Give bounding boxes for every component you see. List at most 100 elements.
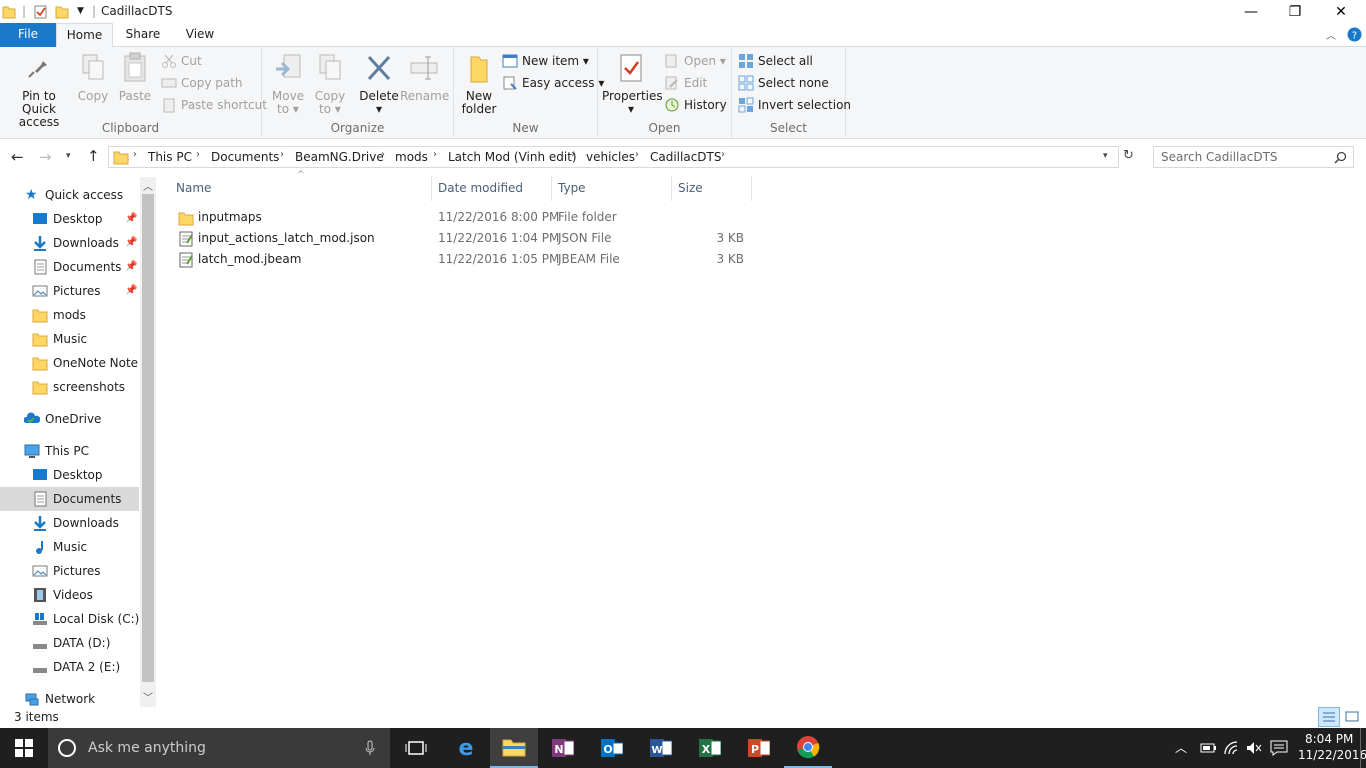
help-icon[interactable]: ? bbox=[1347, 27, 1362, 42]
crumb-mods[interactable]: mods bbox=[395, 150, 428, 164]
crumb-separator[interactable]: › bbox=[196, 149, 200, 160]
history-button[interactable]: History bbox=[664, 95, 727, 115]
copy-to-button[interactable]: Copy to ▾ bbox=[310, 51, 350, 116]
tab-share[interactable]: Share bbox=[118, 23, 168, 47]
file-row-input-actions-json[interactable]: input_actions_latch_mod.json 11/22/2016 … bbox=[170, 228, 750, 249]
action-center-icon[interactable] bbox=[1270, 740, 1288, 756]
minimize-button[interactable]: — bbox=[1228, 0, 1274, 23]
crumb-cadillacdts[interactable]: CadillacDTS bbox=[650, 150, 722, 164]
taskbar-outlook-button[interactable]: O bbox=[588, 728, 636, 768]
maximize-button[interactable]: ❐ bbox=[1272, 0, 1318, 23]
edit-button[interactable]: Edit bbox=[664, 73, 707, 93]
crumb-this-pc[interactable]: This PC bbox=[148, 150, 192, 164]
crumb-latch-mod[interactable]: Latch Mod (Vinh edit) bbox=[448, 150, 577, 164]
crumb-separator[interactable]: › bbox=[635, 149, 639, 160]
move-to-button[interactable]: Move to ▾ bbox=[268, 51, 308, 116]
search-box[interactable]: Search CadillacDTS bbox=[1153, 146, 1354, 168]
nav-pc-music[interactable]: Music bbox=[0, 535, 139, 559]
nav-qa-music[interactable]: Music bbox=[0, 327, 139, 351]
nav-qa-downloads[interactable]: Downloads 📌 bbox=[0, 231, 139, 255]
nav-pc-videos[interactable]: Videos bbox=[0, 583, 139, 607]
taskbar-file-explorer-button[interactable] bbox=[490, 728, 538, 768]
tab-file[interactable]: File bbox=[0, 23, 56, 47]
details-view-button[interactable] bbox=[1318, 707, 1340, 727]
search-input[interactable]: Search CadillacDTS bbox=[1161, 150, 1278, 164]
copy-path-button[interactable]: Copy path bbox=[161, 73, 243, 93]
nav-network[interactable]: Network bbox=[0, 687, 139, 707]
wifi-icon[interactable] bbox=[1223, 740, 1239, 756]
crumb-separator[interactable]: › bbox=[433, 149, 437, 160]
crumb-beamng-drive[interactable]: BeamNG.Drive bbox=[295, 150, 384, 164]
navigation-scrollbar[interactable]: ︿ ﹀ bbox=[140, 177, 156, 707]
nav-qa-onenote[interactable]: OneNote Notebooks bbox=[0, 351, 139, 375]
pin-to-quick-access-button[interactable]: Pin to Quick access bbox=[4, 51, 74, 129]
delete-button[interactable]: Delete ▾ bbox=[358, 51, 400, 116]
file-row-inputmaps[interactable]: inputmaps 11/22/2016 8:00 PM File folder bbox=[170, 207, 750, 228]
properties-quick-icon[interactable] bbox=[33, 4, 48, 19]
show-hidden-icons-chevron-icon[interactable]: ︿ bbox=[1175, 739, 1187, 756]
paste-button[interactable]: Paste bbox=[117, 51, 153, 103]
nav-qa-screenshots[interactable]: screenshots bbox=[0, 375, 139, 399]
rename-button[interactable]: Rename bbox=[400, 51, 449, 103]
select-all-button[interactable]: Select all bbox=[738, 51, 813, 71]
up-arrow-icon[interactable]: ↑ bbox=[87, 147, 100, 165]
nav-pc-downloads[interactable]: Downloads bbox=[0, 511, 139, 535]
easy-access-button[interactable]: Easy access ▾ bbox=[502, 73, 604, 93]
open-button[interactable]: Open ▾ bbox=[664, 51, 726, 71]
taskbar-onenote-button[interactable]: N bbox=[539, 728, 587, 768]
crumb-documents[interactable]: Documents bbox=[211, 150, 279, 164]
close-button[interactable]: ✕ bbox=[1318, 0, 1364, 23]
new-folder-button[interactable]: New folder bbox=[460, 51, 498, 116]
scroll-up-chevron-icon[interactable]: ︿ bbox=[143, 178, 153, 193]
customize-quick-access-icon[interactable]: ▼ bbox=[77, 6, 84, 21]
clock-date[interactable]: 11/22/2016 bbox=[1298, 748, 1366, 762]
start-button[interactable] bbox=[0, 728, 48, 768]
taskbar-word-button[interactable]: W bbox=[637, 728, 685, 768]
nav-qa-mods[interactable]: mods bbox=[0, 303, 139, 327]
nav-qa-pictures[interactable]: Pictures 📌 bbox=[0, 279, 139, 303]
crumb-separator[interactable]: › bbox=[133, 149, 137, 160]
crumb-separator[interactable]: › bbox=[381, 149, 385, 160]
recent-locations-chevron-icon[interactable]: ▾ bbox=[66, 151, 71, 161]
nav-pc-local-disk-c[interactable]: Local Disk (C:) bbox=[0, 607, 139, 631]
clock-time[interactable]: 8:04 PM bbox=[1305, 732, 1353, 746]
navigation-scrollbar-thumb[interactable] bbox=[142, 194, 154, 682]
refresh-icon[interactable]: ↻ bbox=[1123, 148, 1134, 163]
invert-selection-button[interactable]: Invert selection bbox=[738, 95, 851, 115]
collapse-ribbon-icon[interactable]: ︿ bbox=[1326, 27, 1336, 42]
tab-home[interactable]: Home bbox=[56, 23, 113, 48]
address-bar[interactable]: › This PC › Documents › BeamNG.Drive › m… bbox=[108, 146, 1119, 168]
properties-button[interactable]: Properties ▾ bbox=[602, 51, 663, 116]
crumb-vehicles[interactable]: vehicles bbox=[586, 150, 635, 164]
forward-arrow-icon[interactable]: → bbox=[39, 148, 52, 166]
nav-pc-data-d[interactable]: DATA (D:) bbox=[0, 631, 139, 655]
show-desktop-button[interactable] bbox=[1360, 728, 1366, 768]
taskbar-powerpoint-button[interactable]: P bbox=[735, 728, 783, 768]
column-header-size[interactable]: Size bbox=[672, 176, 752, 201]
search-icon[interactable] bbox=[1334, 151, 1347, 164]
cortana-search-box[interactable]: Ask me anything bbox=[48, 728, 390, 768]
crumb-separator[interactable]: › bbox=[721, 149, 725, 160]
nav-qa-desktop[interactable]: Desktop 📌 bbox=[0, 207, 139, 231]
column-header-name[interactable]: Name bbox=[170, 176, 432, 201]
large-icons-view-button[interactable] bbox=[1342, 707, 1364, 727]
new-item-button[interactable]: New item ▾ bbox=[502, 51, 589, 71]
nav-pc-pictures[interactable]: Pictures bbox=[0, 559, 139, 583]
microphone-icon[interactable] bbox=[365, 740, 375, 756]
column-header-date-modified[interactable]: Date modified bbox=[432, 176, 552, 201]
paste-shortcut-button[interactable]: Paste shortcut bbox=[161, 95, 267, 115]
file-row-latch-mod-jbeam[interactable]: latch_mod.jbeam 11/22/2016 1:05 PM JBEAM… bbox=[170, 249, 750, 270]
back-arrow-icon[interactable]: ← bbox=[11, 148, 24, 166]
battery-icon[interactable] bbox=[1199, 741, 1217, 755]
cortana-search-input[interactable]: Ask me anything bbox=[88, 740, 206, 756]
copy-button[interactable]: Copy bbox=[76, 51, 110, 103]
crumb-separator[interactable]: › bbox=[280, 149, 284, 160]
nav-qa-documents[interactable]: Documents 📌 bbox=[0, 255, 139, 279]
nav-pc-data2-e[interactable]: DATA 2 (E:) bbox=[0, 655, 139, 679]
tab-view[interactable]: View bbox=[175, 23, 225, 47]
nav-pc-documents-selected[interactable]: Documents bbox=[0, 487, 139, 511]
nav-quick-access[interactable]: ★ Quick access bbox=[0, 183, 139, 207]
taskbar-edge-button[interactable]: e bbox=[442, 728, 490, 768]
taskbar-chrome-button[interactable] bbox=[784, 728, 832, 768]
nav-onedrive[interactable]: OneDrive bbox=[0, 407, 139, 431]
